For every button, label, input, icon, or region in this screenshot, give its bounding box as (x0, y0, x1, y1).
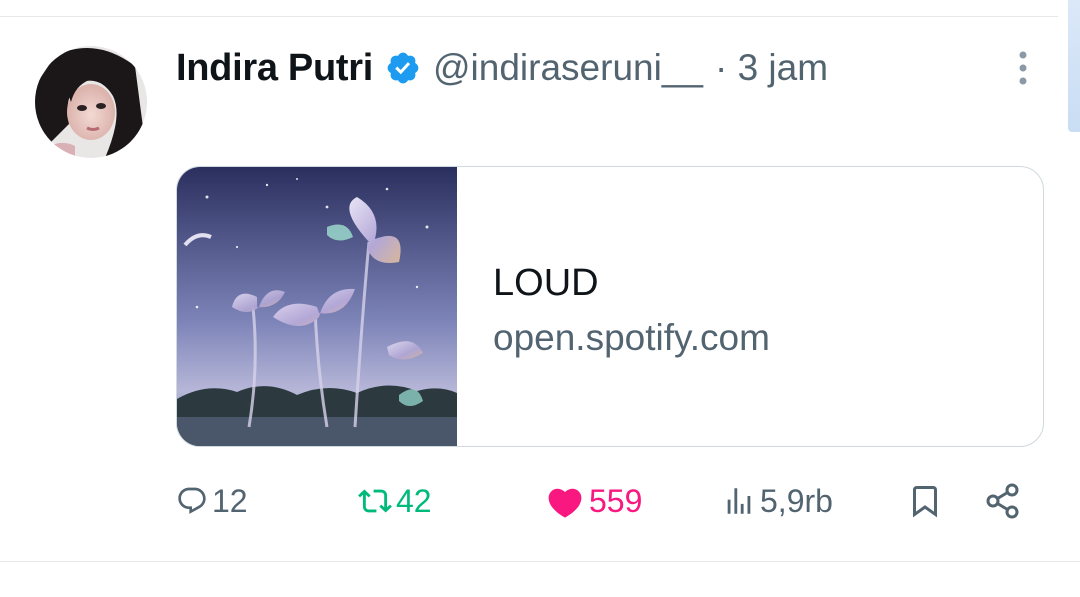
repost-button[interactable]: 42 (358, 476, 432, 526)
repost-icon (358, 484, 392, 518)
album-art (177, 167, 457, 446)
card-title[interactable]: LOUD (493, 259, 770, 307)
verified-badge-icon (385, 50, 421, 86)
reply-icon (176, 485, 208, 517)
repost-count: 42 (396, 482, 432, 519)
post-header: Indira Putri @indiraseruni__ · 3 jam (176, 40, 828, 96)
views-icon (722, 484, 756, 518)
bottom-divider (0, 561, 1080, 562)
author-handle[interactable]: @indiraseruni__ (433, 47, 703, 89)
share-icon (983, 481, 1023, 521)
bookmark-icon (907, 481, 943, 521)
avatar[interactable] (35, 46, 147, 158)
author-name[interactable]: Indira Putri (176, 47, 373, 90)
avatar-image (35, 46, 147, 158)
like-icon (545, 483, 585, 519)
top-divider (0, 16, 1058, 17)
like-count: 559 (589, 482, 643, 519)
card-domain[interactable]: open.spotify.com (493, 313, 770, 363)
bookmark-button[interactable] (907, 476, 943, 526)
reply-button[interactable]: 12 (176, 476, 248, 526)
reply-count: 12 (212, 482, 248, 519)
views-count: 5,9rb (760, 482, 833, 519)
scrollbar[interactable] (1068, 0, 1080, 132)
card-text: LOUD open.spotify.com (493, 259, 770, 363)
views-button[interactable]: 5,9rb (722, 476, 833, 526)
action-bar: 12 42 559 5,9rb (0, 476, 1080, 526)
share-button[interactable] (983, 476, 1023, 526)
link-card[interactable]: LOUD open.spotify.com (176, 166, 1044, 447)
more-icon[interactable] (1012, 50, 1034, 86)
like-button[interactable]: 559 (545, 476, 642, 526)
post-timestamp[interactable]: · 3 jam (715, 47, 828, 89)
